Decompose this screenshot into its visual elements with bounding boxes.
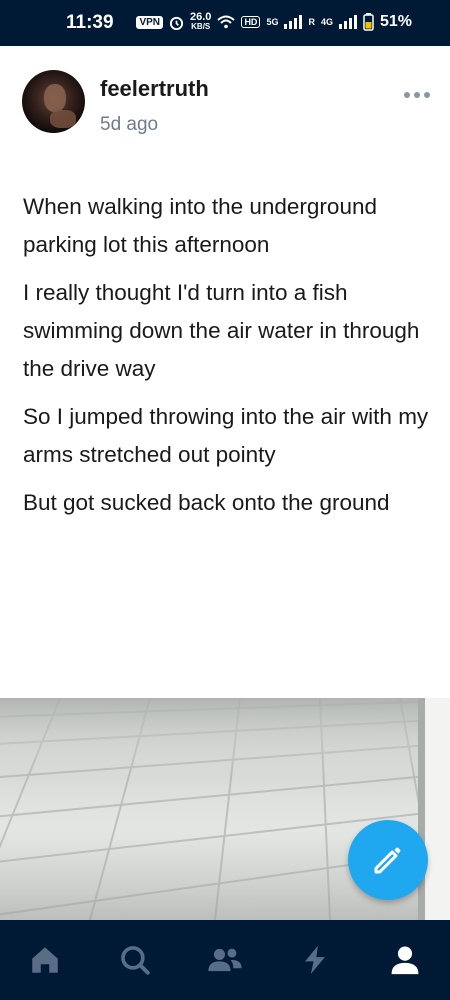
more-options-icon[interactable] [404,92,430,98]
status-icons: VPN 26.0 KB/S HD 5G R 4G 51% [136,12,412,32]
avatar-face [44,84,66,112]
post-body: When walking into the underground parkin… [23,188,433,532]
signal-icon [284,15,303,29]
search-icon [121,946,150,975]
roaming-label: R [308,17,315,27]
username-link[interactable]: feelertruth [100,76,209,102]
battery-icon [363,13,374,31]
status-time: 11:39 [66,12,114,33]
network-speed: 26.0 KB/S [190,11,212,32]
post-header: feelertruth 5d ago [0,46,450,146]
compose-button[interactable] [348,820,428,900]
battery-percent: 51% [379,13,412,30]
nav-account[interactable] [385,940,425,980]
post-paragraph: When walking into the underground parkin… [23,194,377,257]
status-bar: 11:39 VPN 26.0 KB/S HD 5G R 4G 51% [0,0,450,46]
avatar[interactable] [22,70,85,133]
nav-people[interactable] [205,940,245,980]
post-age: 5d ago [100,114,159,135]
hd-badge: HD [241,16,261,28]
pencil-icon [374,847,401,874]
bottom-nav [0,920,450,1000]
post-paragraph: But got sucked back onto the ground [23,490,390,515]
wifi-icon [217,15,236,29]
home-icon [32,947,58,973]
signal-sim1-label: 5G [266,17,279,27]
people-icon [208,948,242,972]
signal-sim2-label: 4G [320,17,333,27]
account-icon [391,946,419,975]
alarm-icon [169,16,184,30]
signal-icon-2 [338,15,357,29]
nav-home[interactable] [25,940,65,980]
activity-icon [305,945,325,975]
nav-activity[interactable] [295,940,335,980]
avatar-hand [50,110,76,128]
vpn-badge: VPN [136,15,164,29]
post-paragraph: So I jumped throwing into the air with m… [23,404,429,467]
nav-search[interactable] [115,940,155,980]
post-paragraph: I really thought I'd turn into a fish sw… [23,280,420,381]
